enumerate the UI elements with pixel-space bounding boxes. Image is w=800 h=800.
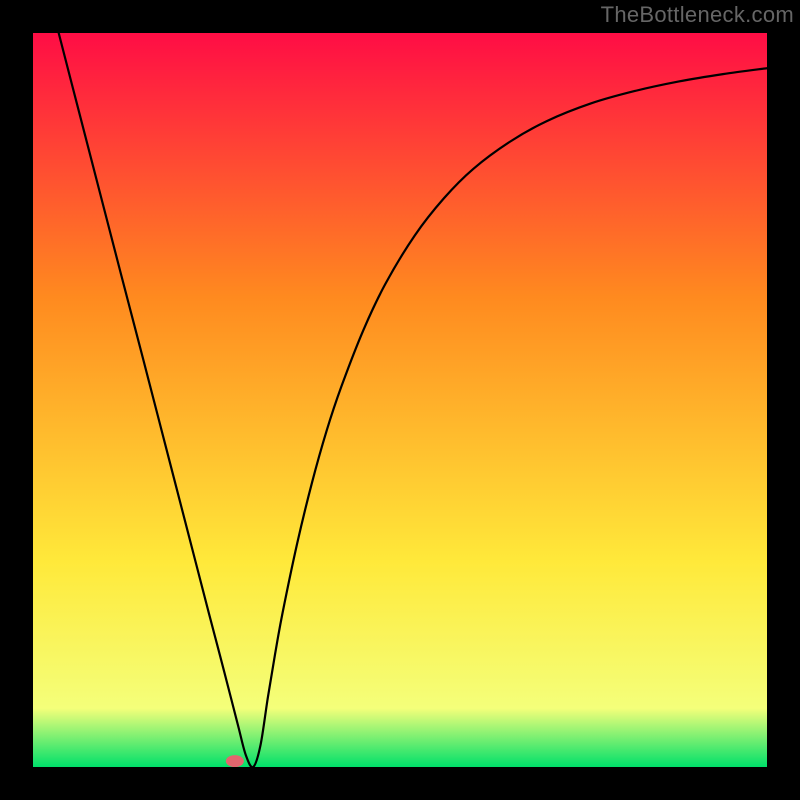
bottleneck-marker	[226, 755, 244, 767]
gradient-background	[33, 33, 767, 767]
watermark-text: TheBottleneck.com	[601, 2, 794, 28]
chart-svg	[33, 33, 767, 767]
plot-area	[33, 33, 767, 767]
chart-frame: TheBottleneck.com	[0, 0, 800, 800]
